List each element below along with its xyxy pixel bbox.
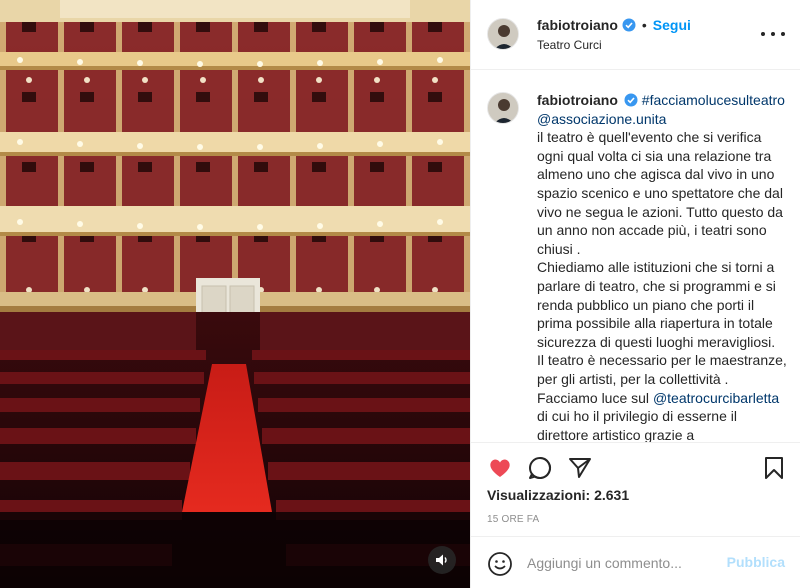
post-panel: fabiotroiano • Segui Teatro Curci fabiotr…	[470, 0, 800, 588]
caption-paragraph: Chiediamo alle istituzioni che si torni …	[537, 259, 776, 350]
caption-text: fabiotroiano #facciamolucesulteatro @ass…	[537, 91, 789, 442]
profile-photo	[488, 93, 518, 123]
bookmark-icon[interactable]	[761, 455, 787, 481]
ellipsis-icon	[761, 32, 765, 36]
sound-toggle-button[interactable]	[428, 546, 456, 574]
caption-paragraph: Facciamo luce sul @teatrocurcibarletta d…	[537, 389, 789, 443]
post-media[interactable]	[0, 0, 470, 588]
avatar[interactable]	[487, 18, 519, 50]
comment-icon[interactable]	[527, 455, 553, 481]
hashtag-link[interactable]: #facciamolucesulteatro	[642, 92, 785, 108]
comment-input[interactable]	[527, 551, 717, 575]
heart-icon[interactable]	[487, 455, 513, 481]
smiley-icon[interactable]	[487, 551, 513, 577]
follow-button[interactable]: Segui	[653, 17, 691, 33]
speaker-icon	[436, 554, 447, 566]
post-timestamp[interactable]: 15 ORE FA	[487, 514, 539, 525]
mention-link[interactable]: @teatrocurcibarletta	[653, 390, 779, 406]
username-link[interactable]: fabiotroiano	[537, 17, 618, 33]
comment-form: Pubblica	[471, 536, 800, 588]
verified-badge-icon	[622, 18, 636, 32]
caption-text-fragment: di cui ho il privilegio di esserne il di…	[537, 408, 737, 442]
header-top-line: fabiotroiano • Segui	[537, 17, 691, 33]
paper-plane-icon[interactable]	[567, 455, 593, 481]
verified-badge-icon	[624, 93, 638, 107]
caption-username[interactable]: fabiotroiano	[537, 92, 618, 108]
theatre-photo	[0, 0, 470, 588]
action-bar: Visualizzazioni: 2.631 15 ORE FA	[471, 442, 800, 536]
mention-link[interactable]: @associazione.unita	[537, 110, 789, 129]
post-header: fabiotroiano • Segui Teatro Curci	[471, 0, 800, 70]
caption-avatar[interactable]	[487, 92, 519, 124]
publish-button[interactable]: Pubblica	[727, 554, 785, 570]
caption-text-fragment: Facciamo luce sul	[537, 389, 653, 406]
profile-photo	[488, 19, 518, 49]
view-count[interactable]: Visualizzazioni: 2.631	[487, 487, 629, 503]
caption-paragraph: Il teatro è necessario per le maestranze…	[537, 352, 787, 387]
separator-dot: •	[641, 17, 647, 33]
options-button[interactable]	[761, 24, 785, 44]
caption-area: fabiotroiano #facciamolucesulteatro @ass…	[471, 70, 800, 442]
location-link[interactable]: Teatro Curci	[537, 38, 602, 52]
caption-paragraph: il teatro è quell'evento che si verifica…	[537, 129, 783, 257]
